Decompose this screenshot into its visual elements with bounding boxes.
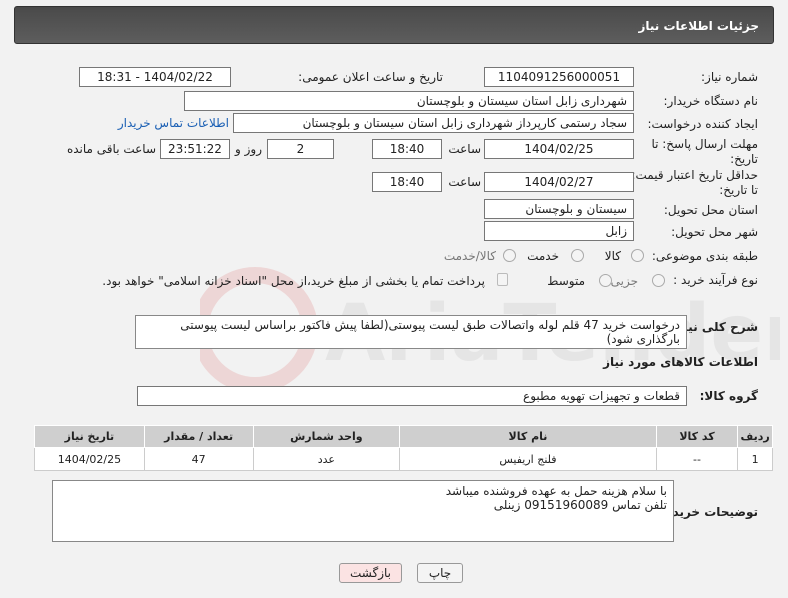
deadline-date-field: 1404/02/25 [484,139,634,159]
cell-row: 1 [737,447,773,471]
price-validity-date-field: 1404/02/27 [484,172,634,192]
cell-date: 1404/02/25 [34,447,145,471]
category-radio-service[interactable] [571,249,584,262]
price-validity-label: حداقل تاریخ اعتبار قیمت: [631,168,758,182]
deadline-time-label: ساعت [448,142,481,156]
treasury-note: پرداخت تمام یا بخشی از مبلغ خرید،از محل … [102,274,485,288]
cell-name: فلنج اریفیس [399,447,657,471]
process-option-medium: متوسط [547,274,585,288]
page-title: جزئیات اطلاعات نیاز [14,6,774,44]
deadline-days-field: 2 [267,139,334,159]
cell-qty: 47 [143,447,254,471]
announce-label: تاریخ و ساعت اعلان عمومی: [298,70,443,84]
province-field: سیستان و بلوچستان [484,199,634,219]
price-validity-time-label: ساعت [448,175,481,189]
deadline-label: مهلت ارسال پاسخ: تا [651,137,758,151]
buyer-org-field: شهرداری زابل استان سیستان و بلوچستان [184,91,634,111]
col-unit: واحد شمارش [252,425,401,448]
treasury-checkbox[interactable] [497,273,508,286]
buyer-org-label: نام دستگاه خریدار: [663,94,759,108]
goods-table: ردیف کد کالا نام کالا واحد شمارش تعداد /… [34,425,773,471]
table-row: 1 -- فلنج اریفیس عدد 47 1404/02/25 [34,447,773,471]
category-label: طبقه بندی موضوعی: [651,249,758,263]
cell-code: -- [655,447,739,471]
process-label: نوع فرآیند خرید : [673,273,758,287]
cell-unit: عدد [252,447,401,471]
creator-field: سجاد رستمی کارپرداز شهرداری زابل استان س… [233,113,634,133]
process-option-minor: جزیی [610,274,638,288]
back-button[interactable]: بازگشت [339,563,402,583]
col-row: ردیف [737,425,773,448]
deadline-days-label: روز و [235,142,262,156]
buyer-notes-line-1: با سلام هزینه حمل به عهده فروشنده میباشد [445,484,667,498]
deadline-time-field: 18:40 [372,139,442,159]
table-header-row: ردیف کد کالا نام کالا واحد شمارش تعداد /… [34,425,773,448]
price-validity-time-field: 18:40 [372,172,442,192]
buyer-notes-line-2: تلفن تماس 09151960089 زینلی [493,498,667,512]
creator-label: ایجاد کننده درخواست: [647,117,758,131]
remaining-time-field: 23:51:22 [160,139,230,159]
process-radio-minor[interactable] [652,274,665,287]
buyer-notes-textarea[interactable]: با سلام هزینه حمل به عهده فروشنده میباشد… [52,480,674,542]
deadline-label-2: تاریخ: [730,152,758,166]
col-code: کد کالا [655,425,739,448]
category-option-goods: کالا [604,249,621,263]
need-number-field: 1104091256000051 [484,67,634,87]
col-date: تاریخ نیاز [34,425,145,448]
buyer-contact-link[interactable]: اطلاعات تماس خریدار [118,116,229,130]
category-radio-goods[interactable] [631,249,644,262]
province-label: استان محل تحویل: [663,203,758,217]
col-qty: تعداد / مقدار [143,425,254,448]
col-name: نام کالا [399,425,657,448]
goods-section-title: اطلاعات کالاهای مورد نیاز [603,355,758,369]
print-button[interactable]: چاپ [417,563,463,583]
description-textarea[interactable]: درخواست خرید 47 قلم لوله واتصالات طبق لی… [135,315,687,349]
process-radio-medium[interactable] [599,274,612,287]
category-option-both: کالا/خدمت [443,249,496,263]
remaining-label: ساعت باقی مانده [66,142,156,156]
goods-group-label: گروه کالا: [699,389,758,403]
announce-field: 1404/02/22 - 18:31 [79,67,231,87]
need-number-label: شماره نیاز: [701,70,758,84]
city-field: زابل [484,221,634,241]
price-validity-label-2: تا تاریخ: [719,183,758,197]
category-option-service: خدمت [527,249,559,263]
city-label: شهر محل تحویل: [671,225,758,239]
goods-group-field: قطعات و تجهیزات تهویه مطبوع [137,386,687,406]
category-radio-both[interactable] [503,249,516,262]
